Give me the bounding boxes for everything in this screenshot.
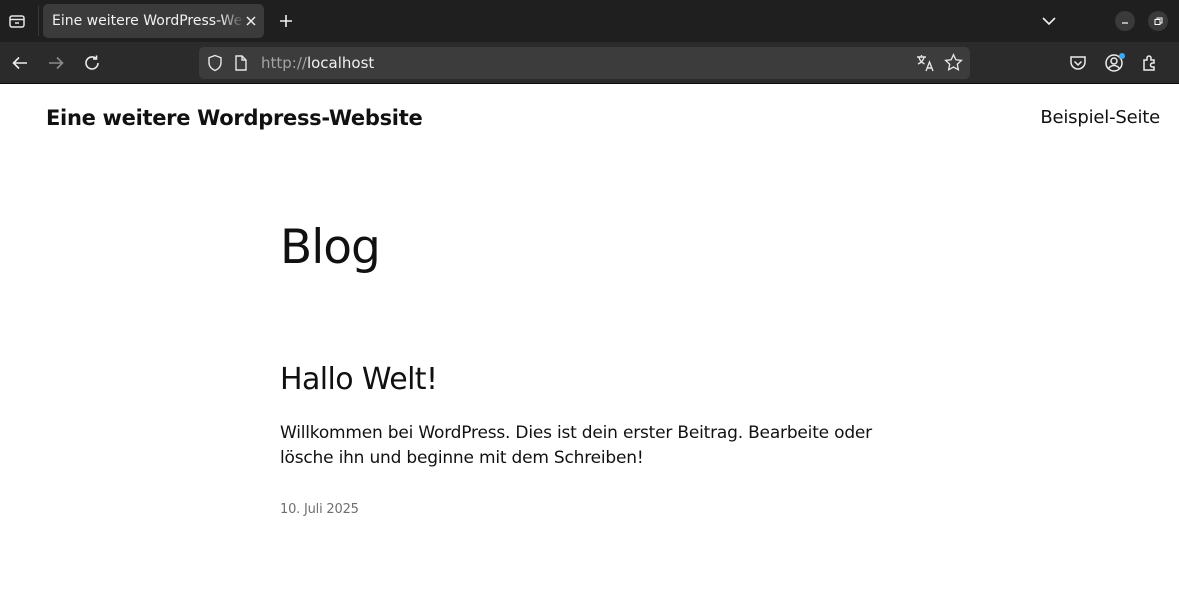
close-icon[interactable]: [244, 14, 258, 28]
browser-tab-bar: Eine weitere WordPress-Website: [0, 0, 1179, 42]
forward-arrow-icon: [49, 56, 64, 70]
page-title: Blog: [280, 220, 381, 275]
restore-icon: [1154, 17, 1162, 25]
browser-toolbar: http://localhost: [0, 42, 1179, 84]
translate-icon[interactable]: [916, 54, 936, 76]
tab-title: Eine weitere WordPress-Website: [52, 13, 244, 29]
pocket-button[interactable]: [1066, 51, 1090, 75]
reload-icon: [85, 55, 99, 70]
web-page: Eine weitere Wordpress-Website Beispiel-…: [0, 84, 1179, 597]
extensions-icon: [1143, 55, 1155, 71]
pocket-icon: [1070, 56, 1086, 70]
shield-icon[interactable]: [206, 54, 224, 76]
tab-active[interactable]: Eine weitere WordPress-Website: [43, 4, 264, 38]
post-title[interactable]: Hallo Welt!: [280, 362, 438, 397]
star-icon[interactable]: [944, 53, 963, 76]
minimize-icon: [1122, 22, 1128, 24]
plus-icon[interactable]: [275, 10, 297, 32]
back-arrow-icon: [12, 56, 27, 70]
extensions-button[interactable]: [1138, 51, 1162, 75]
forward-button[interactable]: [44, 51, 68, 75]
tab-separator: [38, 6, 39, 36]
page-icon[interactable]: [234, 55, 248, 75]
notification-dot: [1119, 53, 1125, 59]
url-protocol: http://: [261, 54, 307, 72]
nav-link-beispiel-seite[interactable]: Beispiel-Seite: [1040, 107, 1160, 128]
url-bar[interactable]: http://localhost: [199, 47, 970, 79]
minimize-button[interactable]: [1115, 11, 1135, 31]
restore-button[interactable]: [1148, 11, 1168, 31]
tab-manager-icon[interactable]: [6, 10, 28, 32]
post-excerpt: Willkommen bei WordPress. Dies ist dein …: [280, 423, 872, 468]
account-button[interactable]: [1102, 51, 1126, 75]
reload-button[interactable]: [80, 51, 104, 75]
post-date[interactable]: 10. Juli 2025: [280, 502, 359, 517]
url-host: localhost: [306, 54, 375, 72]
back-button[interactable]: [8, 51, 32, 75]
url-input[interactable]: http://localhost: [261, 54, 374, 72]
site-title[interactable]: Eine weitere Wordpress-Website: [46, 106, 423, 130]
chevron-down-icon[interactable]: [1038, 10, 1060, 32]
